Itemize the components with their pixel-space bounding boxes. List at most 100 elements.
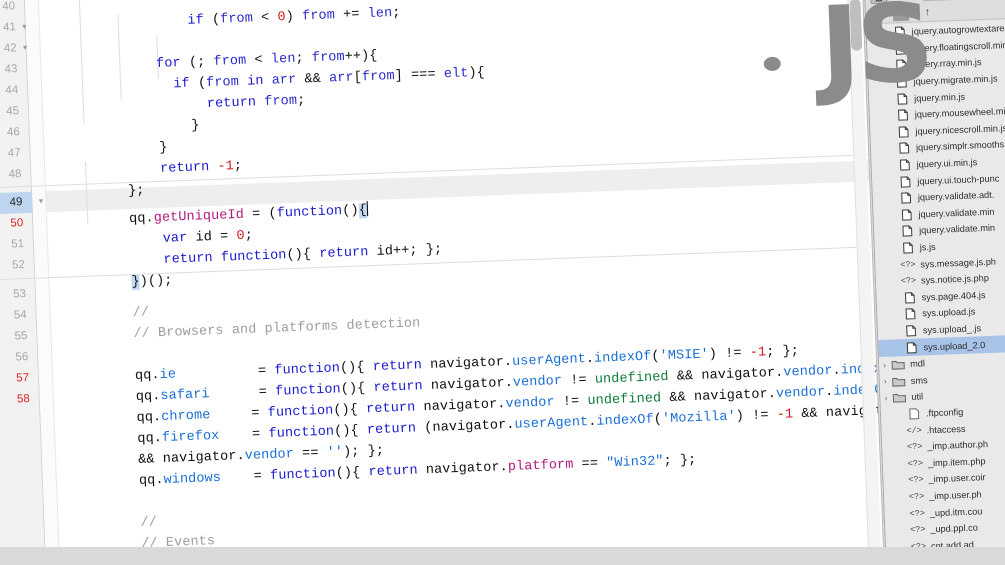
php-tag-icon: <?> [908, 491, 925, 502]
js-file-icon [896, 158, 911, 172]
js-file-icon [898, 208, 913, 222]
code-text-area[interactable]: if (from < 0) from += len; for (; from <… [0, 0, 885, 565]
file-tree-item-label: jquery.ui.min.js [916, 157, 978, 170]
line-number-58: 58 [16, 392, 31, 406]
php-tag-icon: <?> [909, 507, 926, 519]
js-file-icon [902, 308, 917, 322]
file-tree-item-label: sys.message.js.ph [920, 256, 997, 270]
screenshot-root: 40 41 ▼ 42 ▼ 43 44 45 46 47 48 49 ▼ 50 51 52 53 54 55 56 57 5… [0, 0, 1005, 565]
js-file-icon [900, 241, 915, 255]
file-tree-item-label: jquery.mousewheel.min [914, 106, 1005, 120]
file-tree-item-label: mdl [909, 358, 926, 370]
file-tree-item-label: _upd.itm.cou [929, 505, 983, 518]
folder-icon [891, 391, 906, 405]
chevron-right-icon[interactable]: › [879, 360, 890, 369]
line-number-53: 53 [12, 288, 27, 301]
line-number-48: 48 [8, 168, 22, 181]
line-number-46: 46 [6, 126, 21, 139]
php-tag-icon: <?> [906, 441, 923, 453]
file-tree-item-label: _imp.author.ph [927, 439, 989, 452]
file-tree-item-label: sys.page.404.js [921, 289, 986, 303]
file-tree-item-label: jquery.migrate.min.js [913, 73, 998, 87]
js-file-icon [897, 175, 912, 189]
file-tree-item-label: _upd.ppl.co [930, 522, 979, 535]
file-tree-item-label: _imp.user.ph [928, 489, 982, 502]
file-tree-item-label: jquery.min.js [913, 91, 966, 104]
line-number-55: 55 [14, 330, 28, 343]
php-tag-icon: <?> [908, 474, 924, 486]
line-number-56: 56 [15, 350, 29, 364]
assets-diamond-icon[interactable] [891, 0, 909, 3]
line-number-54: 54 [13, 309, 27, 322]
js-file-icon [896, 142, 911, 156]
file-icon [906, 407, 921, 421]
file-tree-item-label: _imp.user.coir [928, 472, 986, 485]
code-line-52: })(); [131, 273, 173, 291]
code-line-45: } [125, 118, 200, 137]
page-bottom-edge [0, 547, 1005, 565]
file-tree-item-label: sys.notice.js.php [920, 273, 990, 286]
js-file-icon [895, 109, 910, 123]
up-arrow-icon[interactable]: ↑ [925, 7, 930, 18]
file-tree-item-label: js.js [919, 241, 936, 253]
file-tree-item-label: _imp.item.php [927, 455, 986, 469]
file-tree-item-label: sys.upload_.js [922, 323, 982, 336]
php-tag-icon: <?> [907, 458, 924, 469]
files-panel[interactable]: Files [863, 0, 1005, 565]
fold-triangle-icon[interactable]: ▼ [37, 191, 45, 212]
chevron-right-icon[interactable]: › [880, 377, 891, 386]
line-number-52: 52 [11, 259, 26, 272]
editor-scrollbar-thumb[interactable] [849, 0, 863, 51]
file-tree-item-label: jquery.nicescroll.min.js [915, 122, 1005, 137]
file-tree-item-label: jquery.simplr.smooths [915, 139, 1005, 153]
chevron-right-icon[interactable]: › [880, 394, 891, 403]
file-tree-item-label: .ftpconfig [925, 406, 964, 419]
file-tree-item-label: jquery.validate.adt. [917, 189, 995, 203]
fold-triangle-icon[interactable]: ▼ [21, 38, 29, 59]
folder-icon [891, 374, 906, 388]
js-file-icon [898, 191, 913, 205]
file-tree-item-label: .htaccess [926, 423, 966, 435]
file-tree-item-label: sms [910, 375, 928, 386]
file-tree-item-label: jquery.ui.touch-punc [917, 173, 1000, 187]
line-number-47: 47 [7, 147, 21, 160]
js-file-icon [894, 92, 909, 106]
site-select[interactable]: ▼ [921, 0, 991, 2]
file-tree-item-label: sys.upload.js [922, 306, 976, 319]
app-window: 40 41 ▼ 42 ▼ 43 44 45 46 47 48 49 ▼ 50 51 52 53 54 55 56 57 5… [0, 0, 1005, 565]
line-number-45: 45 [6, 105, 20, 118]
line-number-49: 49 ▼ [0, 191, 45, 216]
folder-icon [890, 358, 905, 372]
file-tree-item-label: jquery.floatingscroll.min.js [912, 39, 1005, 54]
code-editor[interactable]: 40 41 ▼ 42 ▼ 43 44 45 46 47 48 49 ▼ 50 51 52 53 54 55 56 57 5… [0, 0, 886, 565]
js-file-icon [903, 324, 918, 338]
php-tag-icon: <?> [900, 259, 916, 270]
site-icon[interactable] [869, 0, 888, 5]
label-occlusion [892, 6, 910, 22]
file-tree-item-label: jquery.validate.min [918, 223, 996, 236]
code-line-65: // Events [141, 534, 216, 552]
js-file-icon [891, 26, 906, 40]
js-file-icon [893, 59, 908, 73]
file-tree[interactable]: jquery.autogrowtextarea. jquery.floatings… [866, 19, 1005, 565]
code-tag-icon: </> [906, 425, 922, 436]
fold-triangle-icon[interactable]: ▼ [21, 17, 29, 38]
file-tree-item-label: jquery.validate.min [918, 206, 995, 220]
